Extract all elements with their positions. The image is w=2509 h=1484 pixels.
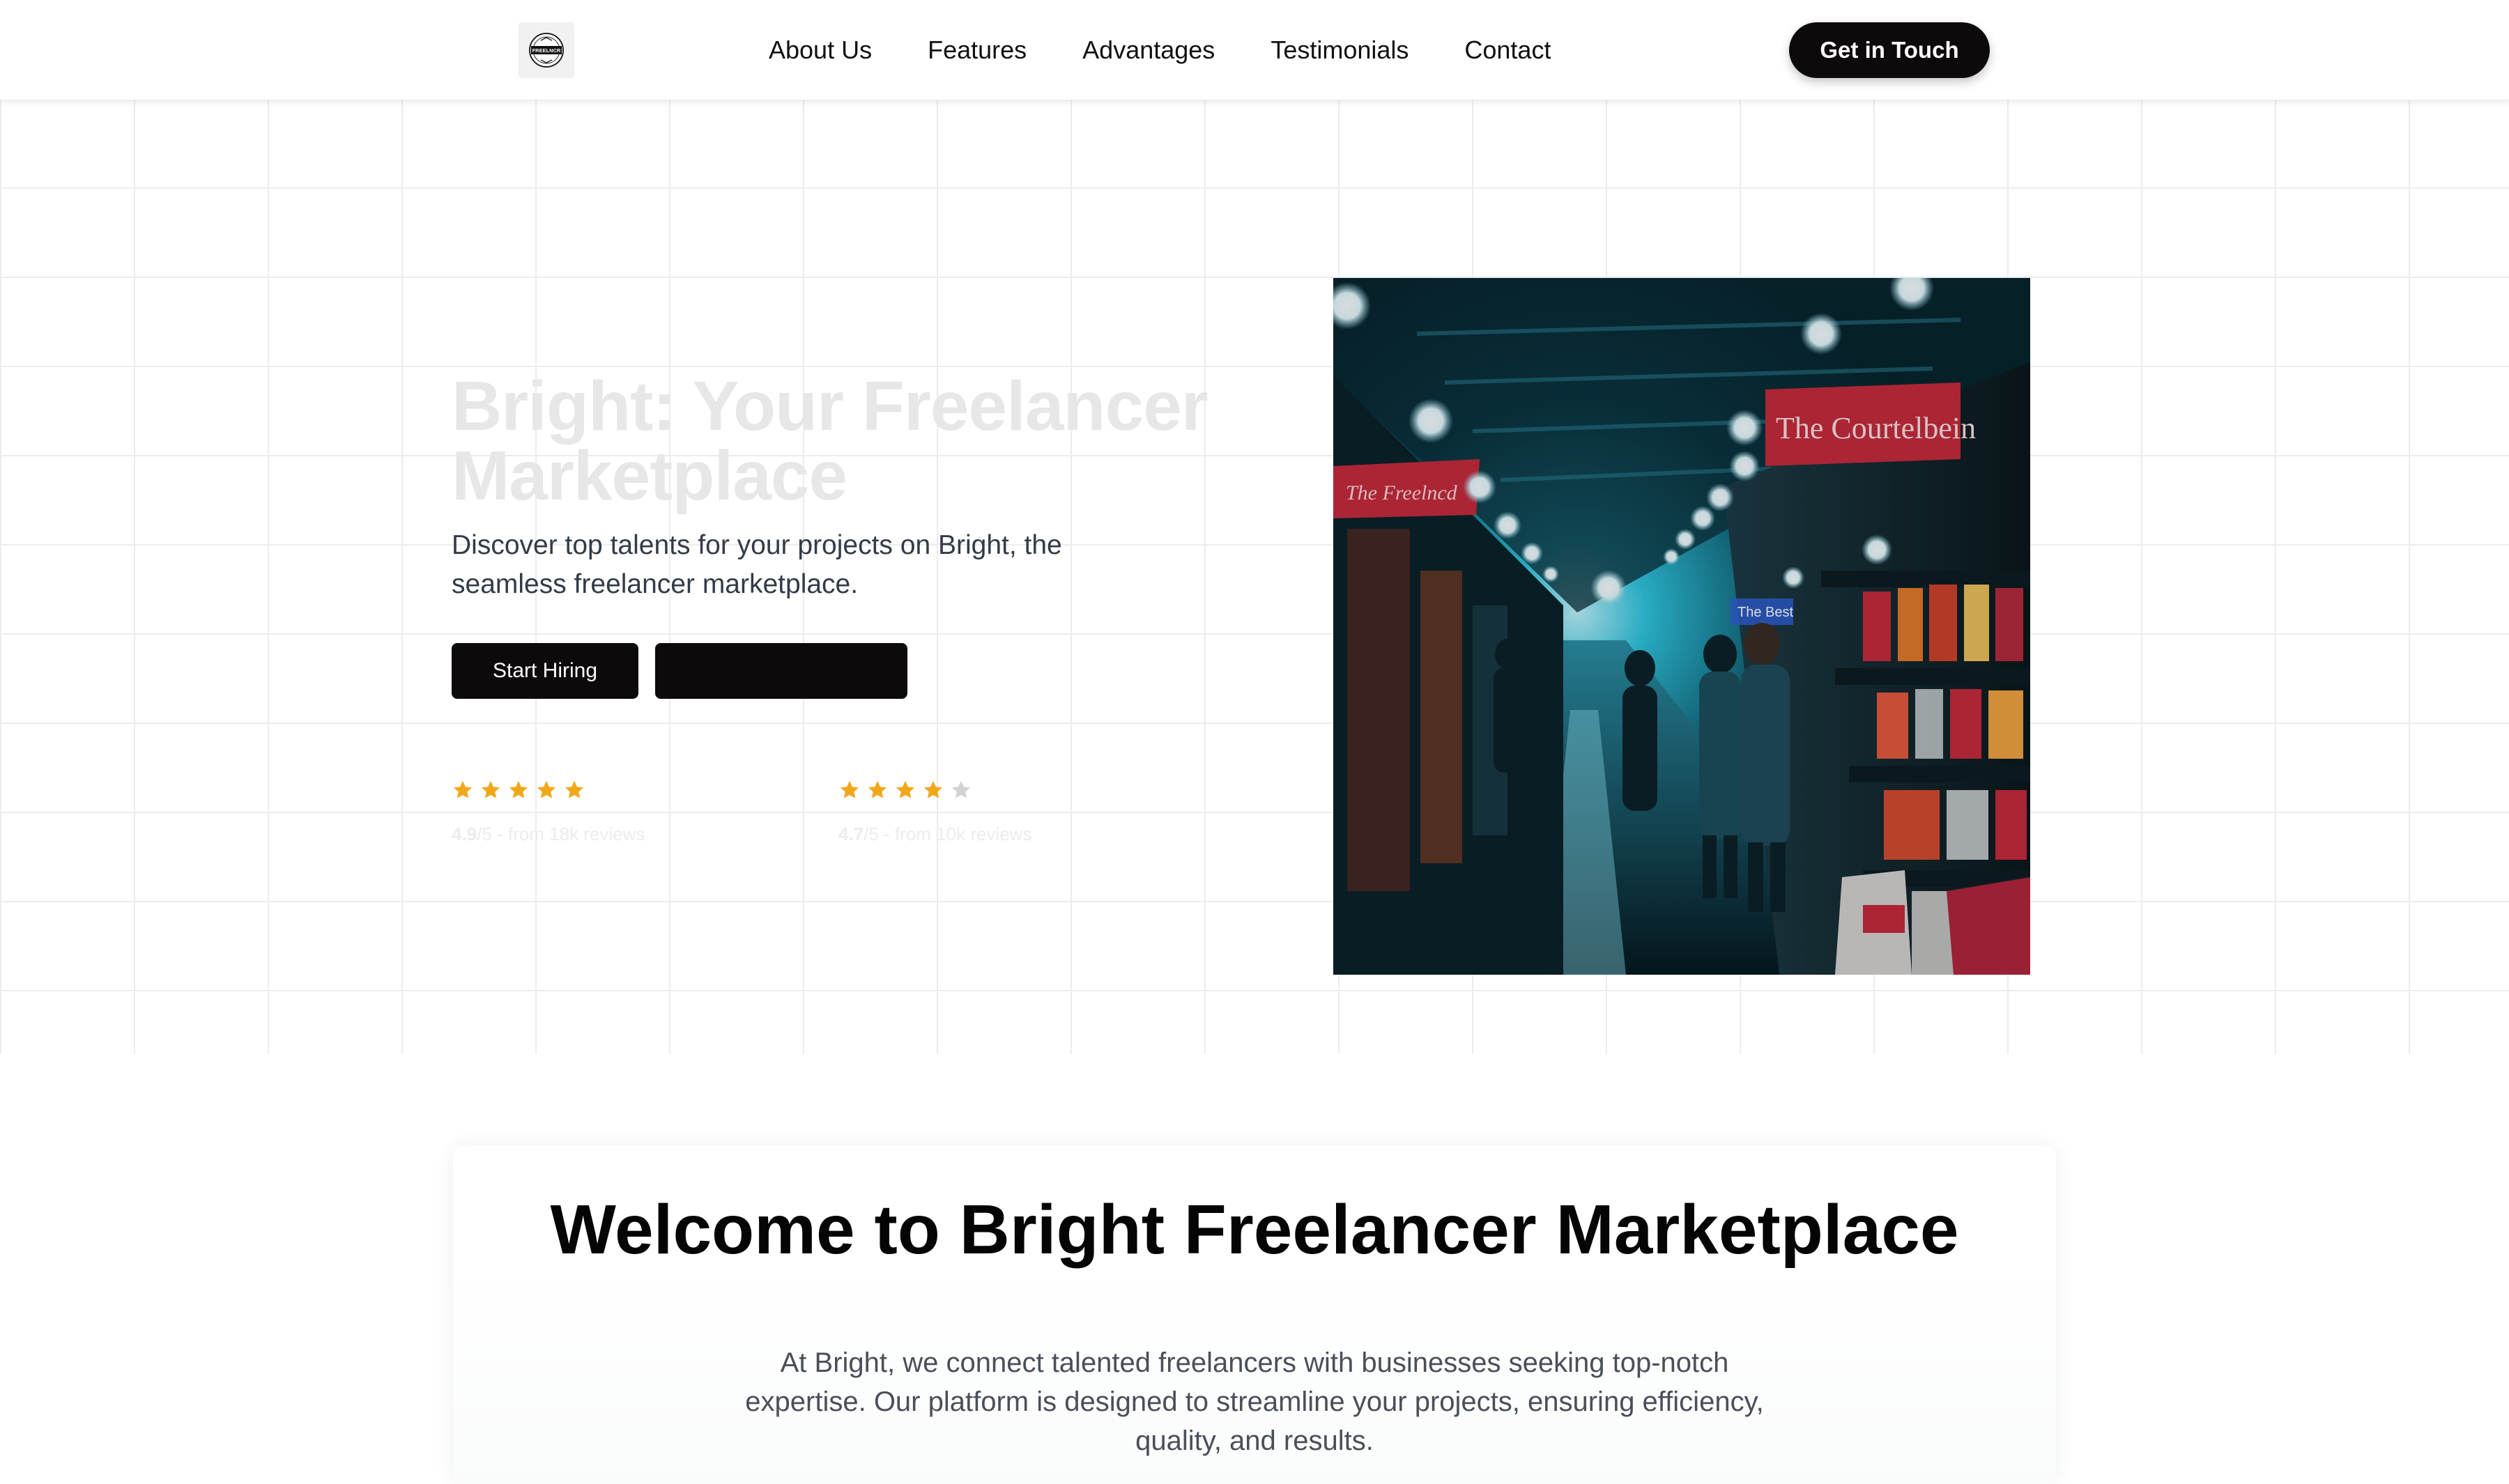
star-filled-icon	[922, 779, 944, 801]
nav-links: About Us Features Advantages Testimonial…	[769, 32, 1551, 68]
rating-caption-1: 4.9/5 - from 18k reviews	[452, 824, 645, 845]
nav-link-features[interactable]: Features	[928, 32, 1027, 68]
rating-score-1: 4.9	[452, 824, 477, 844]
hero-title: Bright: Your Freelancer Marketplace	[452, 367, 1209, 515]
rating-scale-1: /5	[477, 824, 492, 844]
star-rating-1	[452, 779, 645, 807]
welcome-text: At Bright, we connect talented freelance…	[745, 1347, 1764, 1456]
star-filled-icon	[535, 779, 558, 801]
market-street-image: The Freelncd The Courtelbein The Best	[1333, 278, 2030, 975]
freelancer-badge-icon: FREELNCR	[529, 33, 564, 68]
star-filled-icon	[452, 779, 474, 801]
star-filled-icon	[479, 779, 502, 801]
star-rating-2	[838, 779, 1031, 807]
nav-link-about-us[interactable]: About Us	[769, 32, 872, 68]
secondary-hero-button[interactable]	[655, 643, 907, 699]
welcome-section: Welcome to Bright Freelancer Marketplace…	[453, 1146, 2056, 1484]
rating-block-2: 4.7/5 - from 10k reviews	[838, 779, 1031, 845]
welcome-title: Welcome to Bright Freelancer Marketplace	[550, 1191, 1959, 1269]
rating-block-1: 4.9/5 - from 18k reviews	[452, 779, 645, 845]
rating-score-2: 4.7	[838, 824, 864, 844]
star-filled-icon	[866, 779, 889, 801]
rating-source-2: - from 10k reviews	[878, 824, 1032, 844]
rating-scale-2: /5	[864, 824, 879, 844]
hero-market-photo: The Freelncd The Courtelbein The Best	[1333, 278, 2030, 975]
star-filled-icon	[838, 779, 861, 801]
rating-caption-2: 4.7/5 - from 10k reviews	[838, 824, 1031, 845]
star-empty-icon	[950, 779, 972, 801]
star-filled-icon	[563, 779, 585, 801]
star-filled-icon	[507, 779, 530, 801]
rating-source-1: - from 18k reviews	[491, 824, 645, 844]
svg-text:FREELNCR: FREELNCR	[532, 47, 561, 54]
brand-logo[interactable]: FREELNCR	[519, 22, 574, 78]
nav-link-contact[interactable]: Contact	[1464, 32, 1551, 68]
hero-subtitle: Discover top talents for your projects o…	[452, 530, 1062, 599]
nav-link-testimonials[interactable]: Testimonials	[1271, 32, 1409, 68]
star-filled-icon	[894, 779, 916, 801]
start-hiring-button[interactable]: Start Hiring	[452, 643, 638, 699]
get-in-touch-button[interactable]: Get in Touch	[1789, 22, 1990, 78]
top-navigation: FREELNCR About Us Features Advantages Te…	[0, 0, 2509, 100]
hero-section: Bright: Your Freelancer Marketplace Disc…	[0, 100, 2509, 1054]
nav-link-advantages[interactable]: Advantages	[1082, 32, 1215, 68]
